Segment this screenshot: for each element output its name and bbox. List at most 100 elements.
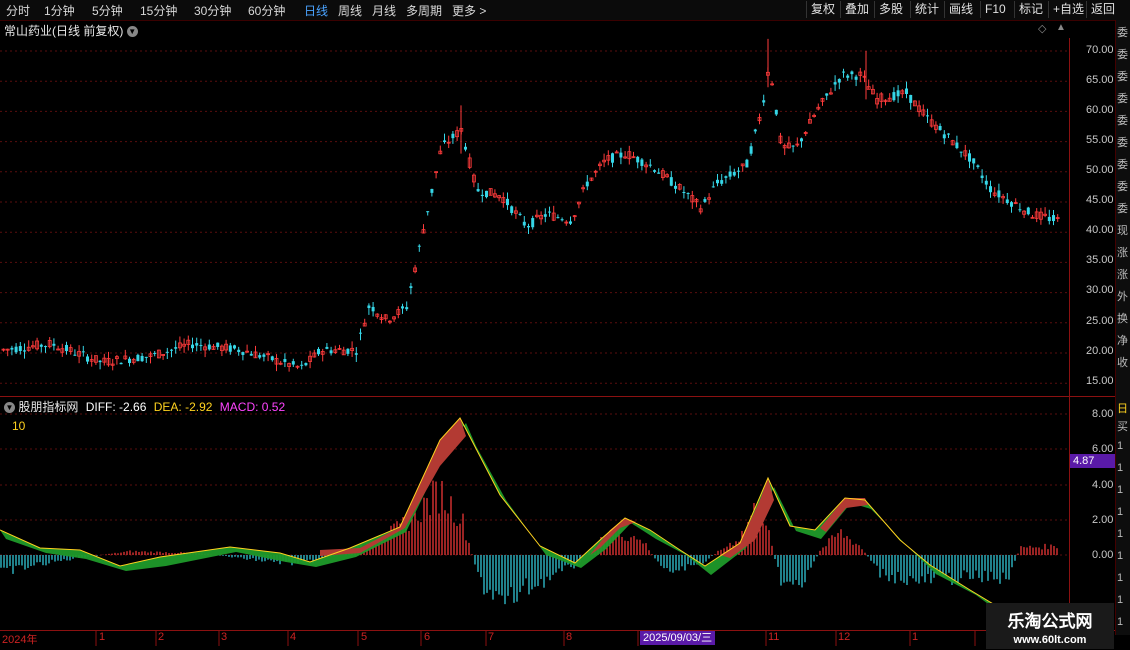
candle-body: [199, 345, 203, 347]
candle-body: [653, 170, 656, 172]
candle-body: [989, 186, 992, 193]
price-tick: 70.00: [1086, 44, 1114, 56]
candle-body: [942, 134, 946, 139]
side-label: 委: [1117, 137, 1128, 149]
side-label: 涨: [1117, 269, 1128, 281]
side-label: 委: [1117, 49, 1128, 61]
candle-body: [611, 153, 614, 163]
candle-body: [791, 145, 795, 147]
candle-body: [732, 171, 736, 176]
candle-body: [837, 79, 841, 83]
candle-body: [304, 363, 308, 366]
macd-tick: 0.00: [1092, 549, 1114, 561]
candle-body: [207, 344, 211, 350]
side-label: 委: [1117, 181, 1128, 193]
side-label: 委: [1117, 159, 1128, 171]
candle-body: [926, 115, 929, 117]
candle-body: [249, 353, 253, 356]
diff-dea-ribbon-up: [820, 498, 868, 532]
macd-tick: 4.00: [1092, 479, 1114, 491]
date-label: 7: [488, 631, 495, 643]
candle-body: [136, 354, 140, 362]
candle-body: [753, 129, 757, 132]
candle-body: [749, 146, 753, 154]
candle-body: [510, 206, 514, 213]
candle-body: [585, 181, 589, 187]
date-label: 3: [221, 631, 228, 643]
candle-body: [170, 349, 173, 351]
candle-body: [300, 364, 304, 366]
price-tick: 25.00: [1086, 315, 1114, 327]
candle-body: [98, 360, 102, 363]
candle-body: [174, 347, 178, 349]
candle-body: [636, 156, 640, 163]
candle-body: [354, 353, 358, 355]
candle-body: [548, 211, 551, 213]
date-label: 11: [768, 631, 780, 643]
candle-body: [1018, 209, 1022, 211]
date-cursor-badge: 2025/09/03/三: [640, 631, 716, 645]
candle-body: [216, 342, 220, 347]
candle-body: [241, 352, 245, 355]
price-tick: 30.00: [1086, 284, 1114, 296]
candle-body: [947, 133, 950, 135]
candle-body: [430, 188, 434, 193]
current-value-badge: 4.87: [1070, 454, 1119, 468]
candle-body: [346, 348, 350, 354]
candle-body: [258, 355, 262, 358]
candle-body: [640, 159, 644, 166]
side-label: 收: [1117, 357, 1128, 369]
date-label: 6: [424, 631, 431, 643]
candle-body: [619, 152, 623, 158]
candle-body: [18, 346, 22, 352]
side-label: 换: [1117, 313, 1128, 325]
candle-body: [191, 344, 194, 349]
price-tick: 50.00: [1086, 164, 1114, 176]
candle-body: [745, 159, 749, 168]
candle-body: [842, 71, 845, 73]
price-tick: 55.00: [1086, 134, 1114, 146]
price-tick: 40.00: [1086, 224, 1114, 236]
diff-value: DIFF: -2.66: [85, 400, 147, 414]
candle-body: [476, 189, 480, 192]
candle-body: [1010, 202, 1013, 207]
candle-body: [724, 176, 728, 178]
candle-body: [1026, 207, 1030, 215]
candle-body: [485, 190, 488, 198]
candle-body: [44, 346, 47, 348]
indicator-name[interactable]: 股朋指标网: [18, 400, 78, 414]
price-tick: 20.00: [1086, 345, 1114, 357]
candle-body: [371, 306, 375, 312]
candle-body: [972, 158, 976, 164]
candle-body: [464, 146, 467, 150]
chart-canvas: [0, 38, 1115, 646]
candle-body: [774, 109, 778, 115]
side-label: 委: [1117, 71, 1128, 83]
date-label: 4: [290, 631, 297, 643]
candle-body: [228, 345, 232, 352]
candle-body: [522, 221, 526, 226]
candle-body: [657, 172, 661, 174]
candle-body: [968, 153, 971, 162]
candle-body: [556, 217, 560, 219]
candle-body: [23, 350, 26, 352]
quote-side-panel[interactable]: 委 委 委 委 委 委 委 委 委 现 涨 涨 外 换 净 收 日 买 1 1 …: [1115, 20, 1130, 635]
chevron-down-icon[interactable]: ▼: [4, 402, 15, 414]
candle-body: [686, 193, 690, 195]
candle-body: [367, 305, 371, 309]
candle-body: [52, 343, 56, 346]
side-label: 1: [1117, 550, 1124, 562]
candle-body: [560, 219, 564, 221]
candle-body: [73, 354, 77, 356]
candle-body: [674, 185, 677, 189]
candle-body: [976, 165, 980, 167]
date-label: 1: [99, 631, 106, 643]
candle-body: [854, 76, 858, 80]
candle-body: [405, 307, 409, 310]
side-label: 1: [1117, 440, 1124, 452]
candle-body: [14, 346, 18, 353]
price-tick: 15.00: [1086, 375, 1114, 387]
candle-body: [81, 351, 85, 353]
candle-body: [728, 171, 732, 177]
date-label: 8: [566, 631, 573, 643]
